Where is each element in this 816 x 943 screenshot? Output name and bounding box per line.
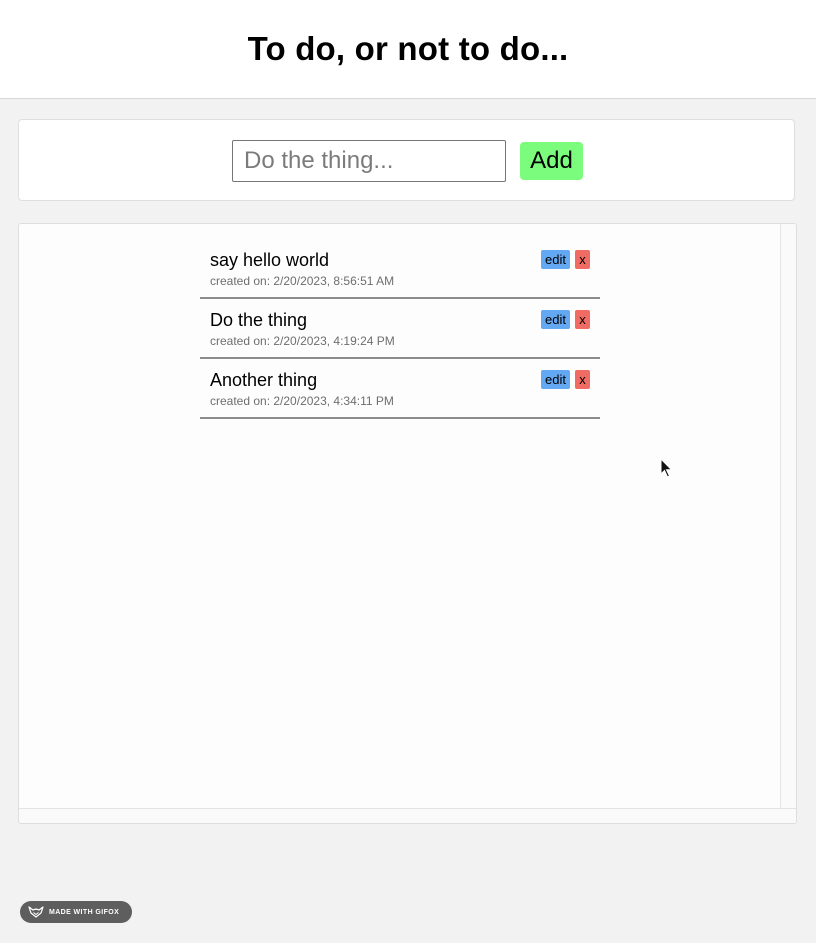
horizontal-scrollbar[interactable] xyxy=(19,808,796,823)
todo-text: Do the thing xyxy=(210,310,308,330)
todo-created-date: created on: 2/20/2023, 8:56:51 AM xyxy=(210,274,395,288)
todo-text: say hello world xyxy=(210,250,330,270)
page-title: To do, or not to do... xyxy=(247,30,569,67)
page-header: To do, or not to do... xyxy=(0,0,816,99)
delete-button[interactable]: x xyxy=(575,370,590,389)
delete-button[interactable]: x xyxy=(575,310,590,329)
todo-item: Another thing created on: 2/20/2023, 4:3… xyxy=(200,360,600,419)
edit-button[interactable]: edit xyxy=(541,370,570,389)
add-button[interactable]: Add xyxy=(520,142,583,180)
fox-icon xyxy=(28,906,44,918)
edit-button[interactable]: edit xyxy=(541,310,570,329)
todo-text: Another thing xyxy=(210,370,318,390)
badge-label: MADE WITH GIFOX xyxy=(49,908,120,916)
todo-list-panel: say hello world created on: 2/20/2023, 8… xyxy=(18,223,797,824)
add-todo-panel: Add xyxy=(18,119,795,201)
todo-created-date: created on: 2/20/2023, 4:34:11 PM xyxy=(210,394,394,408)
made-with-gifox-badge[interactable]: MADE WITH GIFOX xyxy=(20,901,132,923)
todo-item: Do the thing created on: 2/20/2023, 4:19… xyxy=(200,300,600,359)
vertical-scrollbar[interactable] xyxy=(780,224,796,808)
todo-item: say hello world created on: 2/20/2023, 8… xyxy=(200,240,600,299)
todo-list: say hello world created on: 2/20/2023, 8… xyxy=(200,240,600,420)
edit-button[interactable]: edit xyxy=(541,250,570,269)
todo-input[interactable] xyxy=(232,140,506,182)
delete-button[interactable]: x xyxy=(575,250,590,269)
todo-created-date: created on: 2/20/2023, 4:19:24 PM xyxy=(210,334,395,348)
arrow-cursor-icon xyxy=(660,458,673,478)
